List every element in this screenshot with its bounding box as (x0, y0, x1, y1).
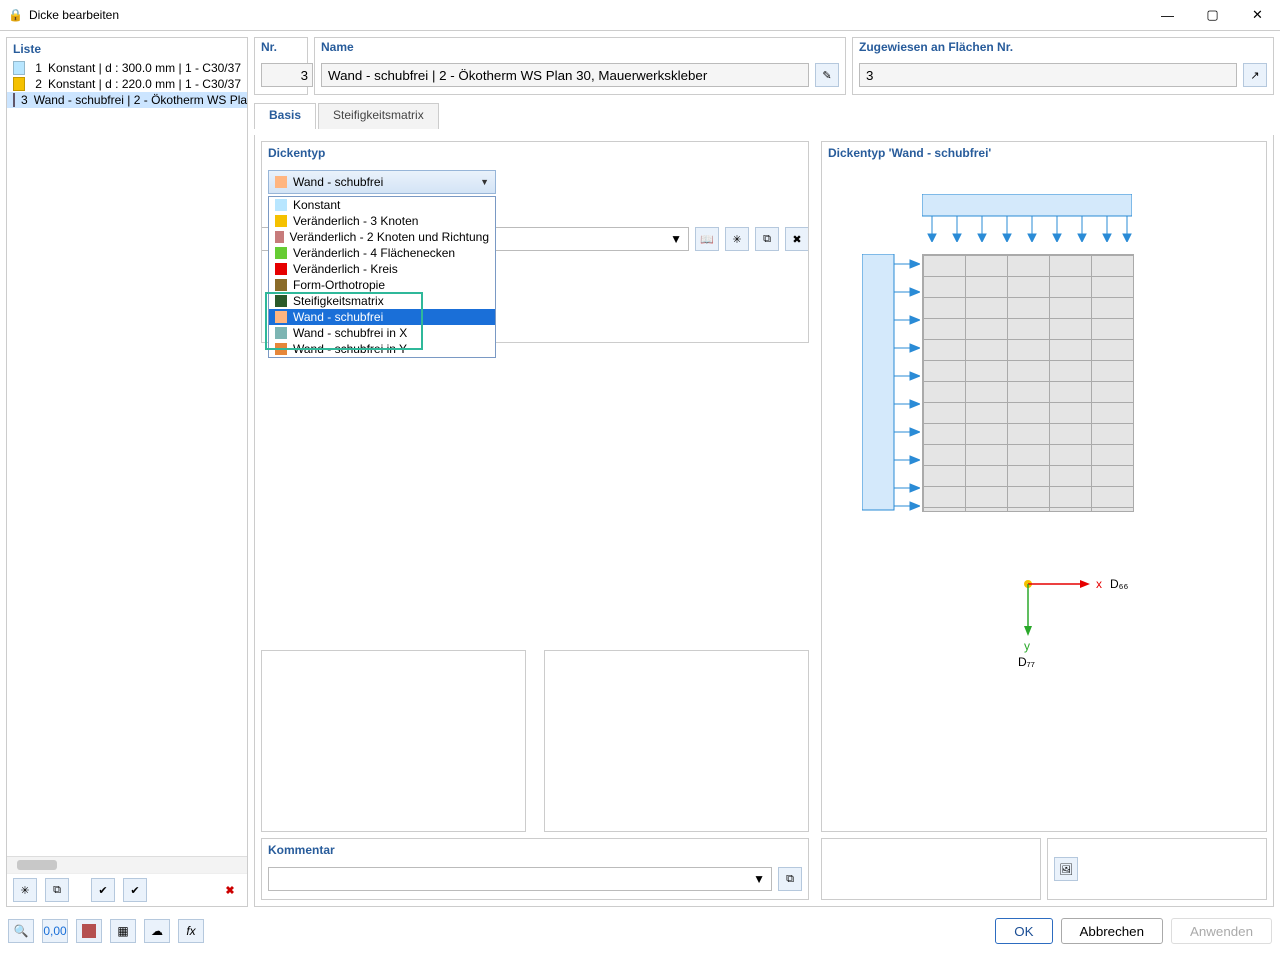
preview-canvas: x D₆₆ y D₇₇ (822, 164, 1266, 831)
preview-panel: Dickentyp 'Wand - schubfrei' (821, 141, 1267, 832)
dropdown-option[interactable]: Veränderlich - 4 Flächenecken (269, 245, 495, 261)
delete-button[interactable]: ✖ (219, 879, 241, 901)
name-input[interactable] (321, 63, 809, 87)
dickentyp-group: Dickentyp Wand - schubfrei ▼ KonstantVer… (261, 141, 809, 343)
copy-item-button[interactable]: ⧉ (45, 878, 69, 902)
list-toolbar: ✳ ⧉ ✔ ✔ ✖ (7, 873, 247, 906)
blank-panel-1 (261, 650, 526, 832)
units-icon[interactable]: 0,00 (42, 919, 68, 943)
dropdown-option[interactable]: Veränderlich - 3 Knoten (269, 213, 495, 229)
axes-diagram: x D₆₆ y D₇₇ (1018, 574, 1138, 677)
comment-library-button[interactable]: ⧉ (778, 867, 802, 891)
preview-settings-button[interactable]: 🖼 (1054, 857, 1078, 881)
assign-input[interactable] (859, 63, 1237, 87)
tab-bar: Basis Steifigkeitsmatrix (254, 103, 1274, 129)
assign-box: Zugewiesen an Flächen Nr. ↗ (852, 37, 1274, 95)
top-load-diagram (922, 194, 1132, 242)
assign-label: Zugewiesen an Flächen Nr. (853, 38, 1273, 56)
minimize-button[interactable]: ― (1145, 0, 1190, 30)
comment-group: Kommentar ▼ ⧉ (261, 838, 809, 900)
close-button[interactable]: ✕ (1235, 0, 1280, 30)
new-item-button[interactable]: ✳ (13, 878, 37, 902)
list-item[interactable]: 1Konstant | d : 300.0 mm | 1 - C30/37 (7, 60, 247, 76)
dickentyp-combo[interactable]: Wand - schubfrei ▼ (268, 170, 496, 194)
cancel-button[interactable]: Abbrechen (1061, 918, 1163, 944)
dropdown-option[interactable]: Steifigkeitsmatrix (269, 293, 495, 309)
check-button-2[interactable]: ✔ (123, 878, 147, 902)
maximize-button[interactable]: ▢ (1190, 0, 1235, 30)
list-panel: Liste 1Konstant | d : 300.0 mm | 1 - C30… (6, 37, 248, 907)
bottom-panel-1 (821, 838, 1041, 900)
svg-text:y: y (1024, 639, 1030, 653)
chevron-down-icon: ▼ (753, 872, 765, 886)
list-item[interactable]: 3Wand - schubfrei | 2 - Ökotherm WS Pla (7, 92, 247, 108)
layer-icon[interactable]: ▦ (110, 919, 136, 943)
dropdown-option[interactable]: Konstant (269, 197, 495, 213)
check-button-1[interactable]: ✔ (91, 878, 115, 902)
pick-surfaces-button[interactable]: ↗ (1243, 63, 1267, 87)
window-title: Dicke bearbeiten (29, 8, 119, 22)
wall-diagram (922, 254, 1134, 512)
help-icon[interactable]: 🔍 (8, 919, 34, 943)
svg-text:D₇₇: D₇₇ (1018, 655, 1035, 669)
fx-icon[interactable]: fx (178, 919, 204, 943)
dropdown-option[interactable]: Veränderlich - 2 Knoten und Richtung (269, 229, 495, 245)
titlebar: 🔒 Dicke bearbeiten ― ▢ ✕ (0, 0, 1280, 31)
nr-input[interactable] (261, 63, 313, 87)
ok-button[interactable]: OK (995, 918, 1052, 944)
edit-name-button[interactable]: ✎ (815, 63, 839, 87)
list-item[interactable]: 2Konstant | d : 220.0 mm | 1 - C30/37 (7, 76, 247, 92)
color-icon[interactable] (76, 919, 102, 943)
svg-text:D₆₆: D₆₆ (1110, 577, 1129, 591)
nr-box: Nr. (254, 37, 308, 95)
chevron-down-icon: ▼ (480, 177, 489, 187)
dickentyp-header: Dickentyp (262, 142, 808, 164)
blank-panel-2 (544, 650, 809, 832)
preview-title: Dickentyp 'Wand - schubfrei' (822, 142, 1266, 164)
bottom-panel-2: 🖼 (1047, 838, 1267, 900)
left-load-diagram (862, 254, 920, 515)
list-header: Liste (7, 38, 247, 60)
dropdown-option[interactable]: Wand - schubfrei (269, 309, 495, 325)
dickentyp-value: Wand - schubfrei (293, 175, 383, 189)
dropdown-option[interactable]: Wand - schubfrei in Y (269, 341, 495, 357)
cloud-icon[interactable]: ☁ (144, 919, 170, 943)
list-body[interactable]: 1Konstant | d : 300.0 mm | 1 - C30/372Ko… (7, 60, 247, 856)
name-label: Name (315, 38, 845, 56)
app-icon: 🔒 (8, 8, 23, 22)
nr-label: Nr. (255, 38, 307, 56)
dropdown-option[interactable]: Veränderlich - Kreis (269, 261, 495, 277)
apply-button[interactable]: Anwenden (1171, 918, 1272, 944)
dropdown-option[interactable]: Wand - schubfrei in X (269, 325, 495, 341)
tab-steifigkeitsmatrix[interactable]: Steifigkeitsmatrix (318, 103, 439, 129)
list-hscrollbar[interactable] (7, 856, 247, 873)
svg-text:x: x (1096, 577, 1102, 591)
name-box: Name ✎ (314, 37, 846, 95)
comment-header: Kommentar (262, 839, 808, 861)
footer: 🔍 0,00 ▦ ☁ fx OK Abbrechen Anwenden (0, 909, 1280, 953)
tab-basis[interactable]: Basis (254, 103, 316, 129)
comment-combo[interactable]: ▼ (268, 867, 772, 891)
dropdown-option[interactable]: Form-Orthotropie (269, 277, 495, 293)
dickentyp-dropdown[interactable]: KonstantVeränderlich - 3 KnotenVeränderl… (268, 196, 496, 358)
